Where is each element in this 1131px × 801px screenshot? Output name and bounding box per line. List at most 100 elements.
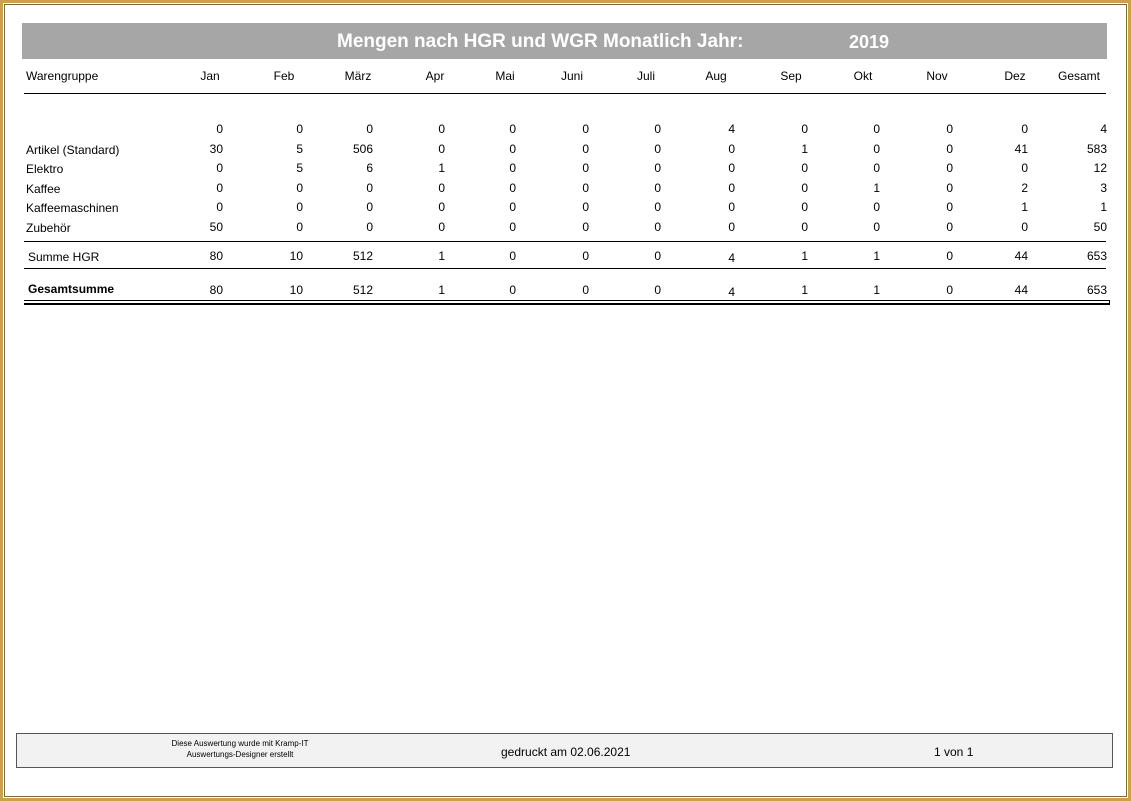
cell-value: 41: [1014, 142, 1028, 156]
cell-value: 0: [873, 122, 880, 136]
footer-note-line2: Auswertungs-Designer erstellt: [186, 750, 294, 759]
gesamtsumme-value: 1: [873, 283, 880, 297]
summe-hgr-value: 1: [801, 249, 808, 263]
gesamtsumme-value: 44: [1014, 283, 1028, 297]
column-header: Nov: [926, 69, 948, 83]
summe-hgr-value: 1: [438, 249, 445, 263]
cell-value: 6: [366, 161, 373, 175]
cell-value: 0: [728, 181, 735, 195]
cell-value: 0: [728, 142, 735, 156]
cell-value: 0: [438, 142, 445, 156]
cell-value: 0: [654, 181, 661, 195]
cell-value: 0: [438, 122, 445, 136]
summe-hgr-value: 1: [873, 249, 880, 263]
cell-value: 0: [509, 200, 516, 214]
column-header: Gesamt: [1057, 69, 1100, 83]
row-label: Zubehör: [26, 221, 71, 235]
page-frame-inner: [4, 4, 1127, 797]
cell-value: 5: [296, 142, 303, 156]
row-label: Kaffeemaschinen: [26, 201, 119, 215]
cell-value: 0: [216, 122, 223, 136]
summe-hgr-value: 0: [582, 249, 589, 263]
column-header: Jan: [200, 69, 220, 83]
cell-value: 0: [801, 220, 808, 234]
cell-value: 0: [582, 181, 589, 195]
cell-value: 0: [873, 200, 880, 214]
column-header: Apr: [425, 69, 445, 83]
footer-note: Diese Auswertung wurde mit Kramp-IT Ausw…: [140, 738, 340, 760]
cell-value: 506: [352, 142, 373, 156]
cell-value: 1: [438, 161, 445, 175]
gesamtsumme-value: 1: [438, 283, 445, 297]
summe-hgr-value: 0: [509, 249, 516, 263]
header-rule: [24, 93, 1106, 94]
column-header: Sep: [780, 69, 802, 83]
cell-value: 50: [209, 220, 223, 234]
cell-value: 12: [1093, 161, 1107, 175]
cell-value: 0: [216, 181, 223, 195]
row-label: Kaffee: [26, 182, 61, 196]
gesamtsumme-label: Gesamtsumme: [28, 282, 115, 296]
row-label: Elektro: [26, 162, 64, 176]
cell-value: 0: [1021, 122, 1028, 136]
column-header: Warengruppe: [26, 69, 99, 83]
cell-value: 0: [801, 161, 808, 175]
row-label: Artikel (Standard): [26, 143, 120, 157]
cell-value: 0: [509, 142, 516, 156]
cell-value: 0: [654, 220, 661, 234]
cell-value: 0: [946, 142, 953, 156]
cell-value: 0: [509, 161, 516, 175]
cell-value: 0: [366, 200, 373, 214]
cell-value: 1: [801, 142, 808, 156]
cell-value: 0: [509, 181, 516, 195]
cell-value: 50: [1093, 220, 1107, 234]
cell-value: 0: [946, 181, 953, 195]
summe-hgr-label: Summe HGR: [28, 250, 100, 264]
cell-value: 0: [582, 220, 589, 234]
cell-value: 0: [296, 122, 303, 136]
cell-value: 0: [728, 200, 735, 214]
footer-page-number: 1 von 1: [934, 745, 974, 759]
cell-value: 0: [801, 181, 808, 195]
cell-value: 0: [1021, 161, 1028, 175]
cell-value: 1: [1021, 200, 1028, 214]
cell-value: 0: [216, 200, 223, 214]
gesamtsumme-value: 0: [946, 283, 953, 297]
summe-hgr-value: 80: [209, 249, 223, 263]
cell-value: 4: [728, 122, 735, 136]
footer-printed-date: gedruckt am 02.06.2021: [501, 745, 631, 759]
gesamtsumme-value: 80: [209, 283, 223, 297]
cell-value: 0: [582, 122, 589, 136]
report-title: Mengen nach HGR und WGR Monatlich Jahr:: [337, 31, 744, 52]
cell-value: 0: [728, 220, 735, 234]
cell-value: 2: [1021, 181, 1028, 195]
column-header: März: [344, 69, 372, 83]
column-header: Juli: [636, 69, 655, 83]
total-rule-top: [24, 300, 1110, 301]
gesamtsumme-value: 0: [654, 283, 661, 297]
summe-rule: [24, 241, 1106, 242]
cell-value: 0: [654, 142, 661, 156]
cell-value: 0: [438, 181, 445, 195]
cell-value: 0: [946, 220, 953, 234]
cell-value: 0: [801, 122, 808, 136]
cell-value: 0: [582, 161, 589, 175]
cell-value: 3: [1100, 181, 1107, 195]
cell-value: 0: [296, 220, 303, 234]
cell-value: 583: [1086, 142, 1107, 156]
total-rule-right: [1109, 300, 1110, 305]
column-header: Aug: [705, 69, 727, 83]
cell-value: 0: [873, 220, 880, 234]
column-header: Juni: [560, 69, 583, 83]
cell-value: 5: [296, 161, 303, 175]
cell-value: 0: [801, 200, 808, 214]
cell-value: 0: [946, 161, 953, 175]
total-rule-bottom: [24, 303, 1110, 305]
summe-hgr-value: 10: [289, 249, 303, 263]
cell-value: 30: [209, 142, 223, 156]
gesamtsumme-value: 0: [509, 283, 516, 297]
cell-value: 0: [366, 122, 373, 136]
cell-value: 0: [873, 142, 880, 156]
cell-value: 0: [216, 161, 223, 175]
cell-value: 0: [654, 161, 661, 175]
